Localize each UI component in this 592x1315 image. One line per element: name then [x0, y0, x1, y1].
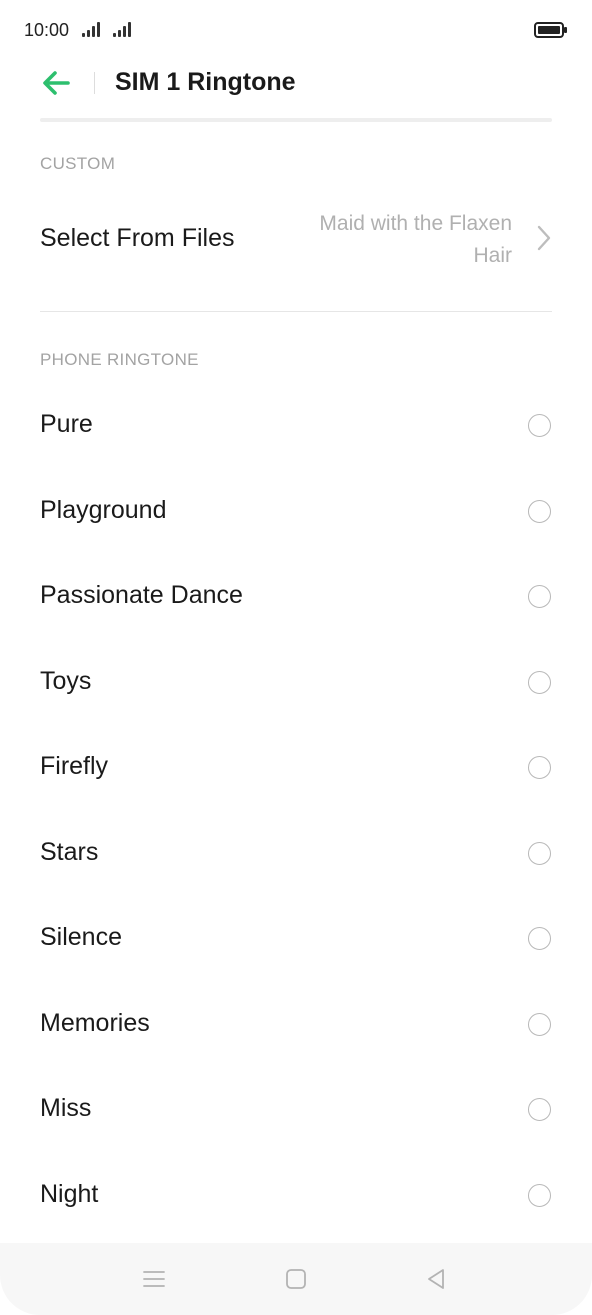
menu-icon [143, 1271, 165, 1287]
app-bar: SIM 1 Ringtone [0, 55, 592, 111]
app-bar-divider [94, 72, 95, 94]
ringtone-label: Playground [40, 495, 167, 524]
ringtone-label: Night [40, 1179, 99, 1208]
ringtone-label: Pure [40, 410, 93, 438]
ringtone-label: Miss [40, 1094, 92, 1122]
ringtone-label: Toys [40, 666, 92, 695]
section-header-custom: CUSTOM [40, 154, 116, 173]
radio-button[interactable] [528, 841, 551, 865]
section-divider [40, 311, 552, 312]
ringtone-item-miss[interactable]: Miss [40, 1067, 552, 1153]
section-header-phone-ringtone: PHONE RINGTONE [40, 350, 199, 369]
radio-button[interactable] [528, 670, 551, 694]
ringtone-item-firefly[interactable]: Firefly [40, 725, 552, 811]
radio-button[interactable] [528, 756, 551, 779]
select-from-files-row[interactable]: Select From Files Maid with the Flaxen H… [40, 190, 552, 286]
chevron-right-icon [537, 225, 551, 251]
arrow-left-icon [43, 71, 70, 95]
select-from-files-label: Select From Files [40, 224, 235, 252]
page-title: SIM 1 Ringtone [115, 68, 296, 96]
ringtone-item-memories[interactable]: Memories [40, 982, 552, 1068]
ringtone-label: Silence [40, 923, 122, 951]
ringtone-item-playground[interactable]: Playground [40, 469, 552, 555]
ringtone-label: Stars [40, 837, 99, 866]
signal-sim1-icon [82, 22, 100, 37]
selected-file-name: Maid with the Flaxen Hair [319, 212, 512, 267]
ringtone-label: Firefly [40, 752, 109, 780]
nav-back-button[interactable] [420, 1263, 452, 1295]
radio-button[interactable] [528, 585, 551, 608]
radio-button[interactable] [528, 1098, 551, 1121]
header-divider [40, 118, 552, 122]
home-square-icon [286, 1269, 306, 1289]
ringtone-item-passionate-dance[interactable]: Passionate Dance [40, 554, 552, 640]
back-triangle-icon [428, 1269, 444, 1289]
radio-button[interactable] [528, 1183, 551, 1207]
ringtone-item-silence[interactable]: Silence [40, 896, 552, 982]
radio-button[interactable] [528, 1012, 551, 1036]
ringtone-list: Pure Playground Passionate Dance Toys Fi… [40, 383, 552, 1238]
radio-button[interactable] [528, 414, 551, 437]
back-button[interactable] [40, 67, 74, 99]
nav-menu-button[interactable] [138, 1263, 170, 1295]
ringtone-label: Memories [40, 1008, 150, 1037]
ringtone-item-pure[interactable]: Pure [40, 383, 552, 469]
ringtone-label: Passionate Dance [40, 581, 243, 609]
status-bar: 10:00 [0, 0, 592, 60]
signal-sim2-icon [113, 22, 131, 37]
status-time: 10:00 [24, 20, 70, 40]
navigation-bar [0, 1243, 592, 1315]
battery-icon [534, 22, 567, 38]
radio-button[interactable] [528, 927, 551, 950]
ringtone-item-stars[interactable]: Stars [40, 811, 552, 897]
ringtone-item-night[interactable]: Night [40, 1153, 552, 1239]
nav-home-button[interactable] [280, 1263, 312, 1295]
ringtone-item-toys[interactable]: Toys [40, 640, 552, 726]
radio-button[interactable] [528, 499, 551, 523]
